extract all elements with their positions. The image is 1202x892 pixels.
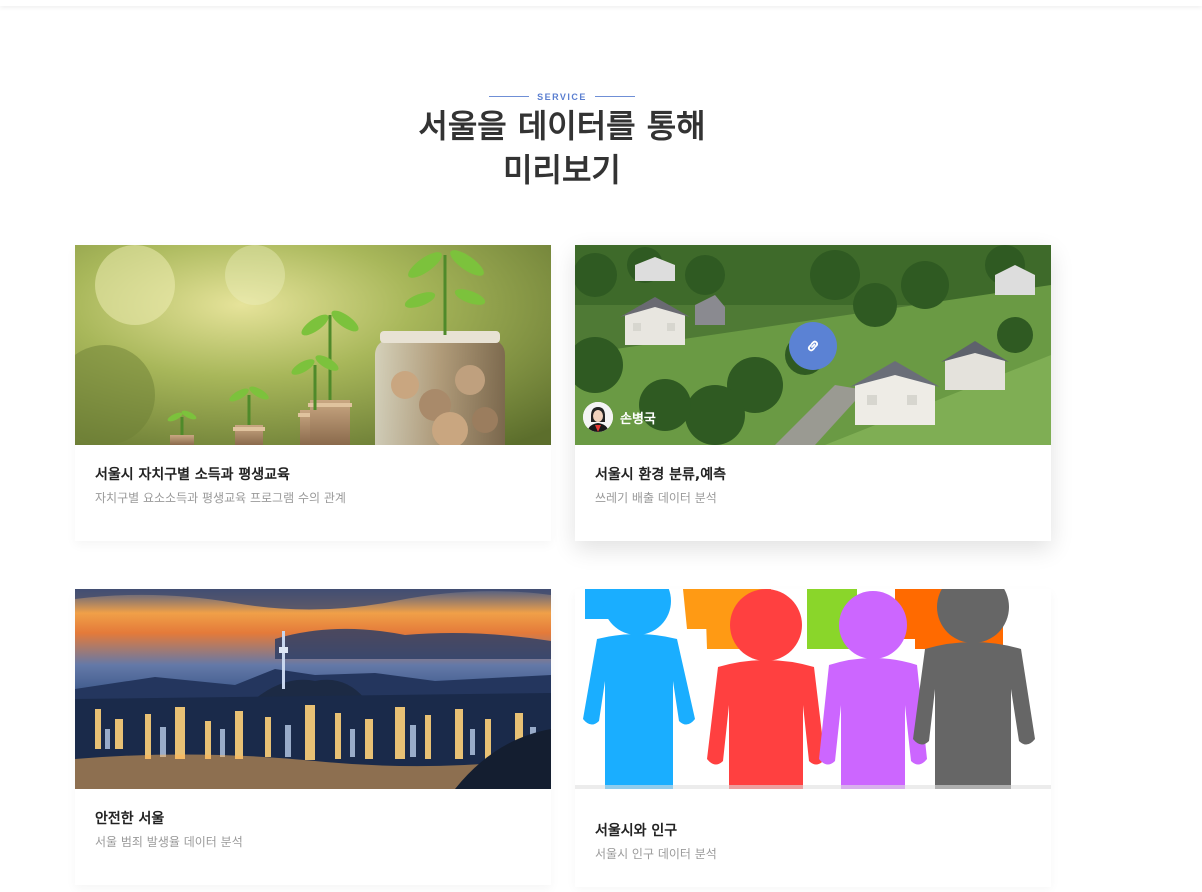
link-button[interactable] [789,322,837,370]
card-body: 서울시 자치구별 소득과 평생교육 자치구별 요소소득과 평생교육 프로그램 수… [75,445,551,541]
author-name[interactable]: 손병국 [620,408,656,427]
card-subtitle: 자치구별 요소소득과 평생교육 프로그램 수의 관계 [95,491,346,505]
service-card-income[interactable]: 서울시 자치구별 소득과 평생교육 자치구별 요소소득과 평생교육 프로그램 수… [75,245,551,541]
section-title-line2: 미리보기 [503,151,621,189]
section-eyebrow: SERVICE [0,86,1124,105]
section-title-line1: 서울을 데이터를 통해 [418,107,706,145]
card-image-skyline[interactable] [75,589,551,789]
service-card-population[interactable]: 서울시와 인구 서울시 인구 데이터 분석 [575,589,1051,887]
eyebrow-line-right [594,96,635,97]
card-subtitle: 서울시 인구 데이터 분석 [595,847,717,861]
eyebrow-text: SERVICE [537,91,587,102]
link-icon [808,340,818,352]
service-card-safety[interactable]: 안전한 서울 서울 범죄 발생율 데이터 분석 [75,589,551,885]
author-avatar [583,402,613,432]
card-subtitle: 서울 범죄 발생율 데이터 분석 [95,835,243,849]
card-title[interactable]: 안전한 서울 [95,810,531,828]
card-body: 서울시와 인구 서울시 인구 데이터 분석 [575,801,1051,887]
card-body: 서울시 환경 분류,예측 쓰레기 배출 데이터 분석 [575,445,1051,541]
card-image-coins[interactable] [75,245,551,445]
eyebrow-line-left [489,96,530,97]
service-card-environment[interactable]: 손병국 서울시 환경 분류,예측 쓰레기 배출 데이터 분석 [575,245,1051,541]
card-image-houses[interactable]: 손병국 [575,245,1051,445]
section-title: 서울을 데이터를 통해 미리보기 [0,104,1124,192]
card-image-people[interactable] [575,589,1051,789]
author-info[interactable]: 손병국 [583,402,656,432]
card-subtitle: 쓰레기 배출 데이터 분석 [595,491,717,505]
header-bar [0,0,1202,6]
card-body: 안전한 서울 서울 범죄 발생율 데이터 분석 [75,789,551,885]
card-title[interactable]: 서울시와 인구 [595,822,1031,840]
card-title[interactable]: 서울시 환경 분류,예측 [595,466,1031,484]
card-title[interactable]: 서울시 자치구별 소득과 평생교육 [95,466,531,484]
